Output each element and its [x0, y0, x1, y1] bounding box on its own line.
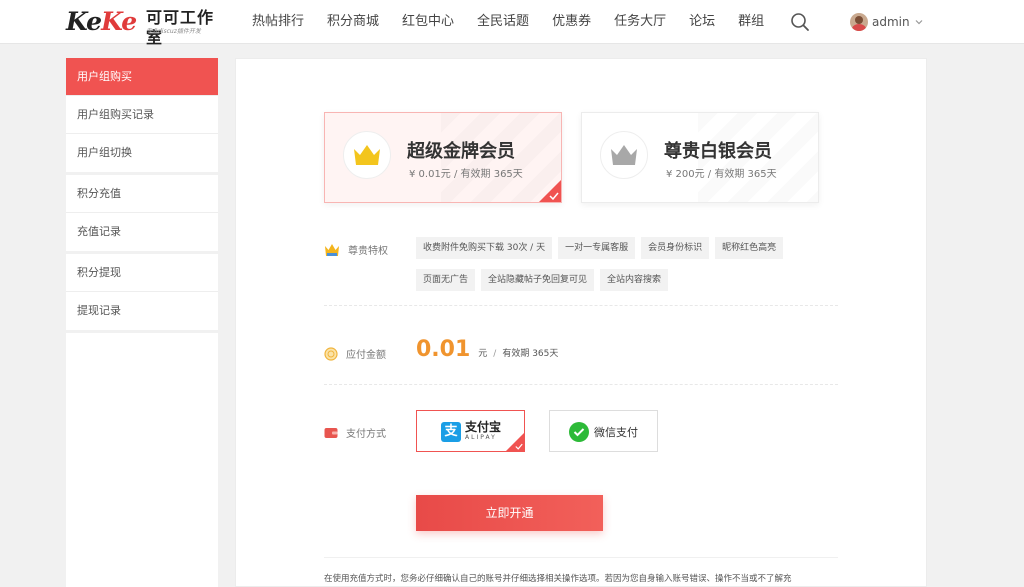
top-navbar: KeKe 可可工作室 专业discuz插件开发 热帖排行 积分商城 红包中心 全…: [0, 0, 1024, 48]
user-menu[interactable]: admin: [850, 12, 924, 32]
alipay-icon: 支: [441, 421, 461, 442]
main-panel: 超级金牌会员 ¥ 0.01元 / 有效期 365天 尊贵白银会员 ¥ 200元 …: [235, 58, 927, 587]
price-separator: /: [493, 349, 497, 359]
check-icon: [515, 443, 523, 450]
amount-label: 应付金额: [324, 346, 386, 361]
perk-tag: 昵称红色高亮: [715, 237, 784, 259]
nav-points-mall[interactable]: 积分商城: [327, 0, 379, 44]
plan-title: 超级金牌会员: [407, 141, 515, 162]
sidebar-item-recharge-records[interactable]: 充值记录: [66, 213, 218, 251]
nav-task-hall[interactable]: 任务大厅: [614, 0, 666, 44]
wechat-pay-logo: 微信支付: [569, 422, 638, 442]
divider: [324, 384, 838, 385]
price-unit: 元: [478, 349, 488, 359]
price-validity: 有效期 365天: [502, 349, 559, 359]
wechat-pay-option[interactable]: 微信支付: [549, 410, 658, 452]
logo-slogan: 专业discuz插件开发: [146, 28, 201, 35]
perks-label: 尊贵特权: [324, 242, 388, 257]
plan-title: 尊贵白银会员: [664, 141, 772, 162]
amount-label-text: 应付金额: [346, 350, 386, 361]
sidebar-item-usergroup-buy[interactable]: 用户组购买: [66, 58, 218, 96]
wechat-icon: [569, 422, 589, 442]
logo-mark: KeKe: [66, 7, 137, 36]
site-logo[interactable]: KeKe 可可工作室 专业discuz插件开发: [66, 7, 226, 48]
sidebar-item-usergroup-buy-records[interactable]: 用户组购买记录: [66, 96, 218, 134]
sidebar-item-usergroup-switch[interactable]: 用户组切换: [66, 134, 218, 172]
perk-tag: 全站隐藏帖子免回复可见: [481, 269, 595, 291]
alipay-logo: 支 支付宝 ALIPAY: [441, 421, 501, 442]
perk-tag: 全站内容搜索: [600, 269, 669, 291]
sidebar-group-recharge: 积分充值 充值记录: [66, 175, 218, 251]
check-icon: [549, 192, 559, 200]
nav-coupons[interactable]: 优惠券: [552, 0, 591, 44]
nav-topics[interactable]: 全民话题: [477, 0, 529, 44]
wallet-icon: [324, 427, 338, 438]
alipay-name: 支付宝: [465, 420, 502, 434]
sidebar-item-points-withdraw[interactable]: 积分提现: [66, 254, 218, 292]
username: admin: [872, 15, 910, 29]
divider: [324, 305, 838, 306]
plan-card-gold[interactable]: 超级金牌会员 ¥ 0.01元 / 有效期 365天: [324, 112, 562, 203]
divider: [324, 557, 838, 558]
nav-hot-posts[interactable]: 热帖排行: [252, 0, 304, 44]
avatar: [850, 13, 868, 31]
coin-icon: [324, 346, 338, 361]
pay-method-label-text: 支付方式: [346, 429, 386, 440]
alipay-name-en: ALIPAY: [465, 434, 497, 441]
sidebar-group-withdraw: 积分提现 提现记录: [66, 254, 218, 330]
nav-red-packet[interactable]: 红包中心: [402, 0, 454, 44]
sidebar: 用户组购买 用户组购买记录 用户组切换 积分充值 充值记录 积分提现 提现记录: [66, 58, 218, 587]
nav-forum[interactable]: 论坛: [689, 0, 715, 44]
perks-list: 收费附件免购买下载 30次 / 天一对一专属客服 会员身份标识 昵称红色高亮页面无广…: [416, 237, 836, 301]
perk-tag: 一对一专属客服: [558, 237, 636, 259]
sidebar-item-points-recharge[interactable]: 积分充值: [66, 175, 218, 213]
price-display: 0.01 元 / 有效期 365天: [416, 337, 558, 362]
sidebar-item-withdraw-records[interactable]: 提现记录: [66, 292, 218, 330]
chevron-down-icon: [915, 20, 923, 25]
crown-icon: [325, 243, 339, 256]
sidebar-blank: [66, 333, 218, 587]
price-amount: 0.01: [416, 337, 471, 362]
plan-price: ¥ 0.01元 / 有效期 365天: [409, 169, 523, 180]
perk-tag: 页面无广告: [416, 269, 476, 291]
nav-groups[interactable]: 群组: [738, 0, 764, 44]
perk-tag: 会员身份标识: [641, 237, 710, 259]
silver-crown-icon: [600, 131, 648, 179]
pay-method-label: 支付方式: [324, 425, 386, 440]
plan-price: ¥ 200元 / 有效期 365天: [666, 169, 777, 180]
main-nav: 热帖排行 积分商城 红包中心 全民话题 优惠券 任务大厅 论坛 群组: [252, 0, 787, 44]
gold-crown-icon: [343, 131, 391, 179]
search-icon[interactable]: [790, 12, 810, 32]
perk-tag: 收费附件免购买下载 30次 / 天: [416, 237, 553, 259]
activate-button[interactable]: 立即开通: [416, 495, 603, 531]
perks-label-text: 尊贵特权: [348, 246, 388, 257]
alipay-option[interactable]: 支 支付宝 ALIPAY: [416, 410, 525, 452]
wechat-pay-label: 微信支付: [594, 426, 638, 439]
payment-notice: 在使用充值方式时，您务必仔细确认自己的账号并仔细选择相关操作选项。若因为您自身输…: [324, 574, 792, 584]
sidebar-group-usergroup: 用户组购买 用户组购买记录 用户组切换: [66, 58, 218, 172]
plan-card-silver[interactable]: 尊贵白银会员 ¥ 200元 / 有效期 365天: [581, 112, 819, 203]
